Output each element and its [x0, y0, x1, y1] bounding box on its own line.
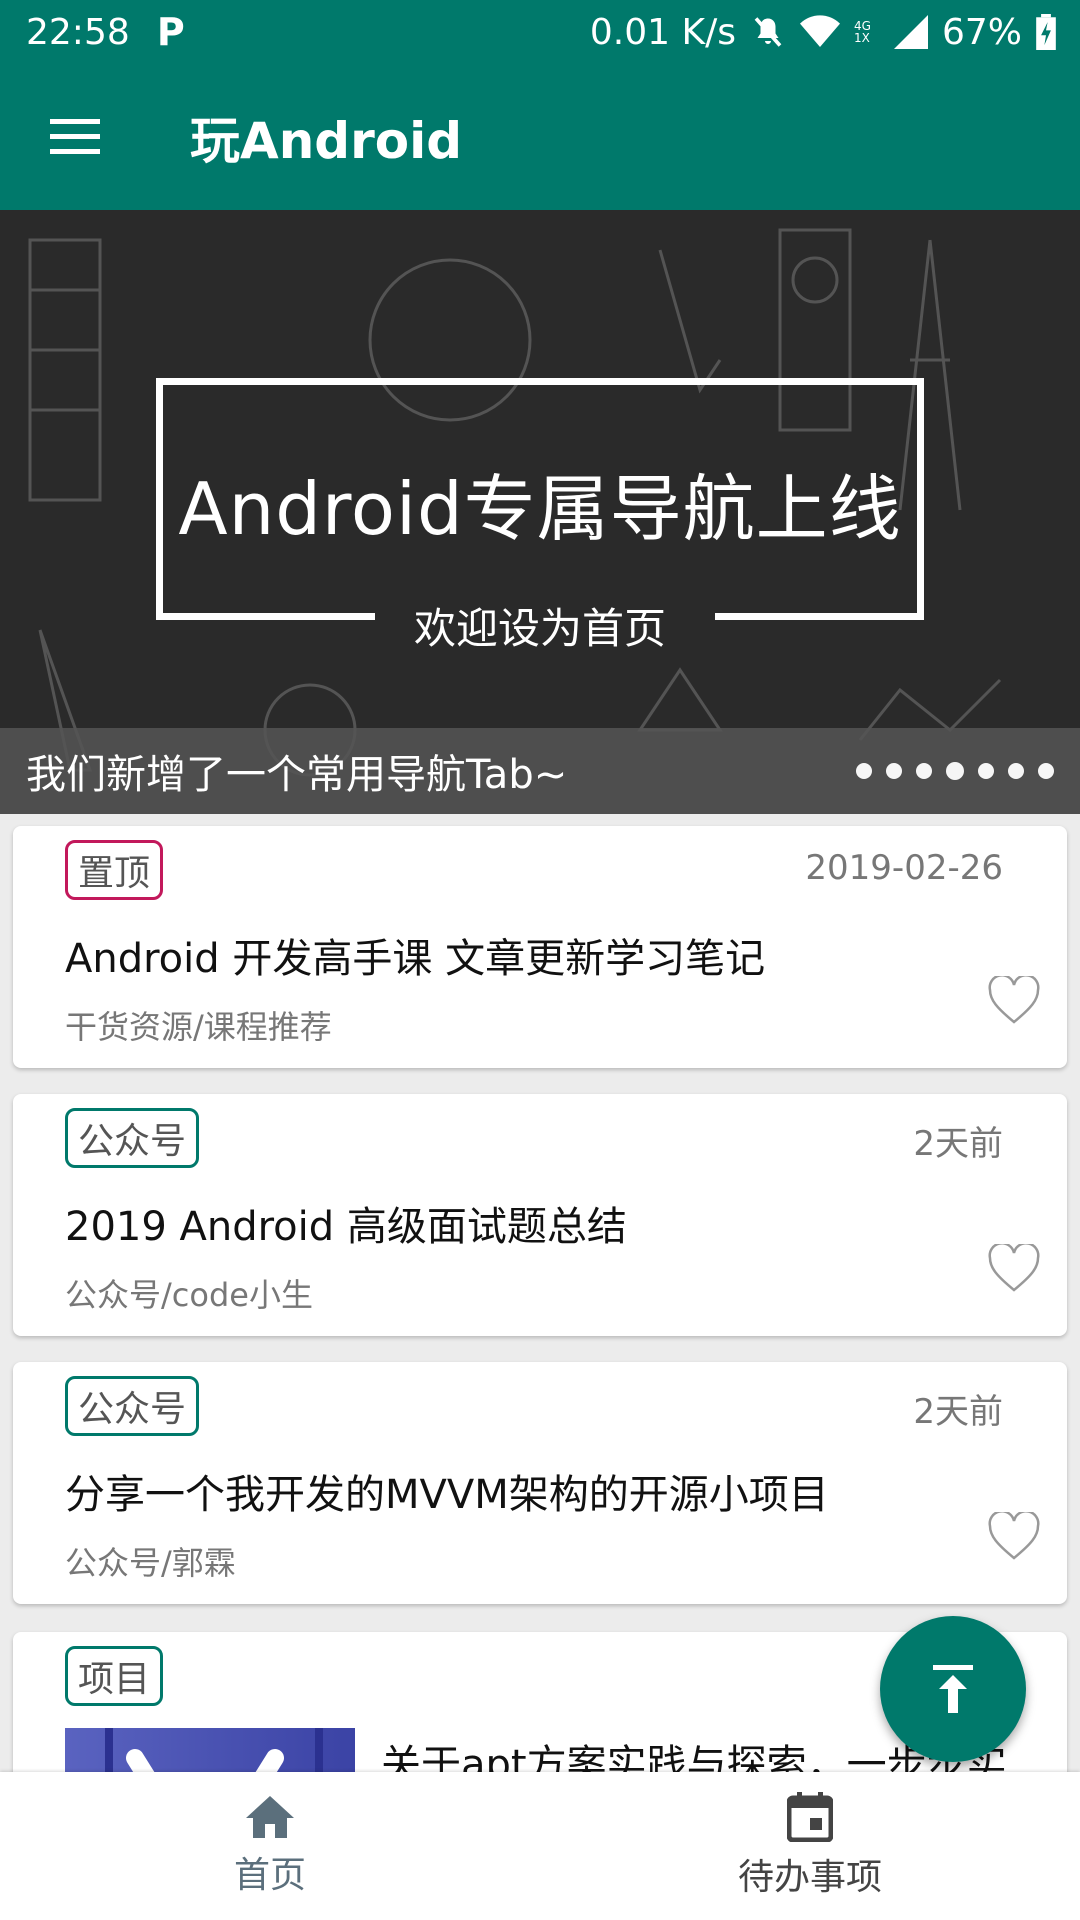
status-icons: 0.01 K/s 4G 1X 67% — [590, 12, 1056, 53]
status-bar: 22:58 P 0.01 K/s 4G 1X 67% — [0, 0, 1080, 64]
nav-item-home[interactable]: 首页 — [0, 1772, 540, 1920]
carousel-dot[interactable] — [886, 763, 902, 779]
article-tag: 置顶 — [65, 840, 164, 900]
carousel-indicator — [856, 762, 1054, 780]
article-chapter: 公众号/郭霖 — [65, 1544, 236, 1582]
heart-icon[interactable] — [987, 976, 1041, 1026]
article-tag: 公众号 — [65, 1376, 200, 1436]
banner-caption-bar: 我们新增了一个常用导航Tab~ — [0, 728, 1080, 814]
article-card[interactable]: 公众号 2天前 分享一个我开发的MVVM架构的开源小项目 公众号/郭霖 — [13, 1362, 1067, 1604]
nav-todo-label: 待办事项 — [737, 1857, 882, 1898]
carousel-dot[interactable] — [856, 763, 872, 779]
app-bar: 玩Android — [0, 64, 1080, 210]
arrow-up-to-top-icon — [933, 1665, 973, 1713]
banner-subheadline: 欢迎设为首页 — [413, 604, 666, 653]
signal-icon — [893, 15, 928, 49]
article-chapter: 公众号/code小生 — [65, 1276, 313, 1314]
battery-percent: 67% — [941, 11, 1022, 53]
calendar-icon — [787, 1792, 833, 1842]
article-date: 2019-02-26 — [805, 848, 1003, 888]
battery-charging-icon — [1036, 14, 1056, 50]
bottom-navigation: 首页 待办事项 — [0, 1772, 1080, 1920]
article-card[interactable]: 置顶 2019-02-26 Android 开发高手课 文章更新学习笔记 干货资… — [13, 826, 1067, 1068]
article-card[interactable]: 公众号 2天前 2019 Android 高级面试题总结 公众号/code小生 — [13, 1094, 1067, 1336]
network-type: 4G 1X — [853, 19, 871, 45]
banner-caption: 我们新增了一个常用导航Tab~ — [26, 752, 568, 798]
hamburger-menu-icon[interactable] — [0, 64, 150, 210]
article-date: 2天前 — [913, 1124, 1003, 1164]
parking-notification-icon: P — [156, 10, 185, 54]
banner-carousel[interactable]: Android专属导航上线 欢迎设为首页 我们新增了一个常用导航Tab~ — [0, 210, 1080, 814]
article-date: 2天前 — [913, 1392, 1003, 1432]
carousel-dot[interactable] — [1038, 763, 1054, 779]
carousel-dot-active[interactable] — [946, 762, 964, 780]
heart-icon[interactable] — [987, 1244, 1041, 1294]
article-title: 2019 Android 高级面试题总结 — [65, 1204, 627, 1250]
article-title: Android 开发高手课 文章更新学习笔记 — [65, 936, 766, 982]
nav-item-todo[interactable]: 待办事项 — [540, 1772, 1080, 1920]
app-title: 玩Android — [190, 112, 463, 170]
banner-headline: Android专属导航上线 — [178, 467, 902, 551]
carousel-dot[interactable] — [916, 763, 932, 779]
carousel-dot[interactable] — [978, 763, 994, 779]
heart-icon[interactable] — [987, 1512, 1041, 1562]
carousel-dot[interactable] — [1008, 763, 1024, 779]
home-icon — [246, 1796, 294, 1838]
scroll-to-top-button[interactable] — [880, 1616, 1026, 1762]
article-tag: 公众号 — [65, 1108, 200, 1168]
nav-home-label: 首页 — [233, 1855, 306, 1896]
mute-bell-icon — [754, 17, 782, 47]
network-speed: 0.01 K/s — [589, 11, 736, 53]
article-tag: 项目 — [65, 1646, 164, 1706]
wifi-icon — [799, 15, 840, 47]
status-time: 22:58 — [26, 11, 130, 53]
article-chapter: 干货资源/课程推荐 — [65, 1008, 332, 1046]
article-title: 分享一个我开发的MVVM架构的开源小项目 — [65, 1472, 829, 1518]
